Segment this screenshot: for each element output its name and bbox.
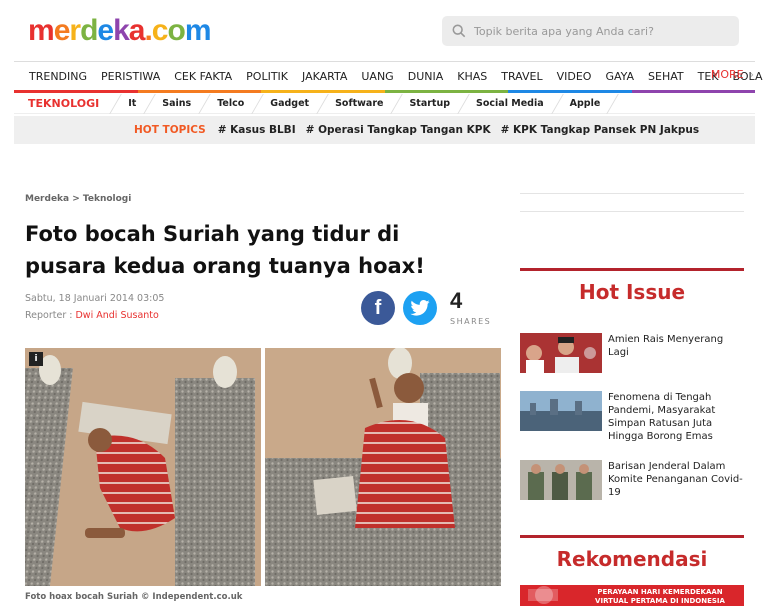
nav-more-button[interactable]: MORE › bbox=[711, 68, 754, 81]
nav-color-bar bbox=[14, 90, 755, 93]
nav-trending[interactable]: TRENDING bbox=[14, 70, 94, 83]
nav-gaya[interactable]: GAYA bbox=[598, 70, 641, 83]
article-reporter: Reporter : Dwi Andi Susanto bbox=[25, 310, 159, 321]
hot-issue-item[interactable]: Fenomena di Tengah Pandemi, Masyarakat S… bbox=[520, 391, 744, 443]
breadcrumb[interactable]: Merdeka > Teknologi bbox=[25, 194, 131, 204]
nav-jakarta[interactable]: JAKARTA bbox=[295, 70, 354, 83]
hot-issue-item[interactable]: Barisan Jenderal Dalam Komite Penanganan… bbox=[520, 460, 744, 500]
subnav-item[interactable]: Social Media bbox=[463, 98, 557, 109]
nav-more-label: MORE bbox=[710, 68, 744, 81]
hot-topics-bar: HOT TOPICS # Kasus BLBI # Operasi Tangka… bbox=[14, 116, 755, 144]
nav-peristiwa[interactable]: PERISTIWA bbox=[94, 70, 167, 83]
thumb-image bbox=[520, 333, 602, 373]
hot-topic-link[interactable]: # Kasus BLBI bbox=[218, 124, 296, 136]
subnav-item[interactable]: Sains bbox=[149, 98, 204, 109]
image-info-badge[interactable]: i bbox=[29, 352, 43, 366]
reporter-link[interactable]: Dwi Andi Susanto bbox=[75, 310, 158, 321]
nav-cek-fakta[interactable]: CEK FAKTA bbox=[167, 70, 239, 83]
facebook-icon: f bbox=[374, 296, 382, 319]
sidebar-divider bbox=[520, 193, 744, 194]
chevron-right-icon: › bbox=[749, 68, 754, 81]
subnav-category[interactable]: TEKNOLOGI bbox=[14, 97, 115, 110]
subnav-item[interactable]: It bbox=[115, 98, 149, 109]
share-label: SHARES bbox=[450, 317, 492, 326]
hot-issue-thumbnail[interactable] bbox=[520, 391, 602, 431]
twitter-share-button[interactable] bbox=[403, 291, 437, 325]
color-segment bbox=[508, 90, 632, 93]
hot-topic-link[interactable]: # KPK Tangkap Pansek PN Jakpus bbox=[501, 124, 700, 136]
share-count: 4 bbox=[450, 288, 463, 313]
rekomendasi-title: Rekomendasi bbox=[556, 547, 708, 571]
facebook-share-button[interactable]: f bbox=[361, 291, 395, 325]
nav-politik[interactable]: POLITIK bbox=[239, 70, 295, 83]
hot-issue-thumbnail[interactable] bbox=[520, 333, 602, 373]
nav-uang[interactable]: UANG bbox=[354, 70, 400, 83]
article-photo-illustration bbox=[25, 348, 501, 586]
nav-dunia[interactable]: DUNIA bbox=[401, 70, 451, 83]
sub-nav: TEKNOLOGI It Sains Telco Gadget Software… bbox=[14, 94, 755, 114]
color-segment bbox=[384, 90, 508, 93]
main-nav: TRENDING PERISTIWA CEK FAKTA POLITIK JAK… bbox=[14, 61, 762, 91]
nav-khas[interactable]: KHAS bbox=[450, 70, 494, 83]
hot-topics-label: HOT TOPICS bbox=[134, 124, 206, 136]
subnav-item[interactable]: Software bbox=[322, 98, 396, 109]
article-image[interactable]: i bbox=[25, 348, 501, 586]
banner-text: PERAYAAN HARI KEMERDEKAAN VIRTUAL PERTAM… bbox=[595, 588, 725, 605]
color-segment bbox=[137, 90, 261, 93]
hot-issue-item[interactable]: Amien Rais Menyerang Lagi bbox=[520, 333, 744, 373]
search-icon bbox=[452, 24, 466, 38]
nav-sehat[interactable]: SEHAT bbox=[641, 70, 691, 83]
hot-issue-text[interactable]: Fenomena di Tengah Pandemi, Masyarakat S… bbox=[608, 391, 744, 443]
nav-video[interactable]: VIDEO bbox=[550, 70, 599, 83]
article-title: Foto bocah Suriah yang tidur di pusara k… bbox=[25, 222, 425, 278]
color-segment bbox=[14, 90, 138, 93]
thumb-image bbox=[520, 460, 602, 500]
hot-issue-bar bbox=[520, 268, 744, 271]
subnav-item[interactable]: Startup bbox=[396, 98, 463, 109]
hot-issue-text[interactable]: Amien Rais Menyerang Lagi bbox=[608, 333, 744, 373]
subnav-item[interactable]: Apple bbox=[557, 98, 614, 109]
banner-graphic bbox=[528, 586, 558, 604]
rekomendasi-banner[interactable]: PERAYAAN HARI KEMERDEKAAN VIRTUAL PERTAM… bbox=[520, 585, 744, 606]
site-logo[interactable]: merdeka.com bbox=[28, 14, 211, 48]
color-segment bbox=[261, 90, 385, 93]
subnav-item[interactable]: Telco bbox=[204, 98, 257, 109]
hot-topic-link[interactable]: # Operasi Tangkap Tangan KPK bbox=[306, 124, 491, 136]
reporter-label: Reporter : bbox=[25, 310, 76, 321]
image-caption: Foto hoax bocah Suriah © Independent.co.… bbox=[25, 592, 243, 602]
search-box[interactable] bbox=[442, 16, 739, 46]
hot-issue-text[interactable]: Barisan Jenderal Dalam Komite Penanganan… bbox=[608, 460, 744, 500]
sidebar-divider bbox=[520, 211, 744, 212]
search-input[interactable] bbox=[474, 24, 714, 38]
twitter-icon bbox=[410, 300, 430, 316]
nav-travel[interactable]: TRAVEL bbox=[494, 70, 549, 83]
hot-issue-thumbnail[interactable] bbox=[520, 460, 602, 500]
subnav-item[interactable]: Gadget bbox=[257, 98, 322, 109]
article-date: Sabtu, 18 Januari 2014 03:05 bbox=[25, 293, 165, 304]
rekomendasi-bar bbox=[520, 535, 744, 538]
color-segment bbox=[631, 90, 755, 93]
hot-issue-title: Hot Issue bbox=[578, 280, 686, 304]
thumb-image bbox=[520, 391, 602, 431]
